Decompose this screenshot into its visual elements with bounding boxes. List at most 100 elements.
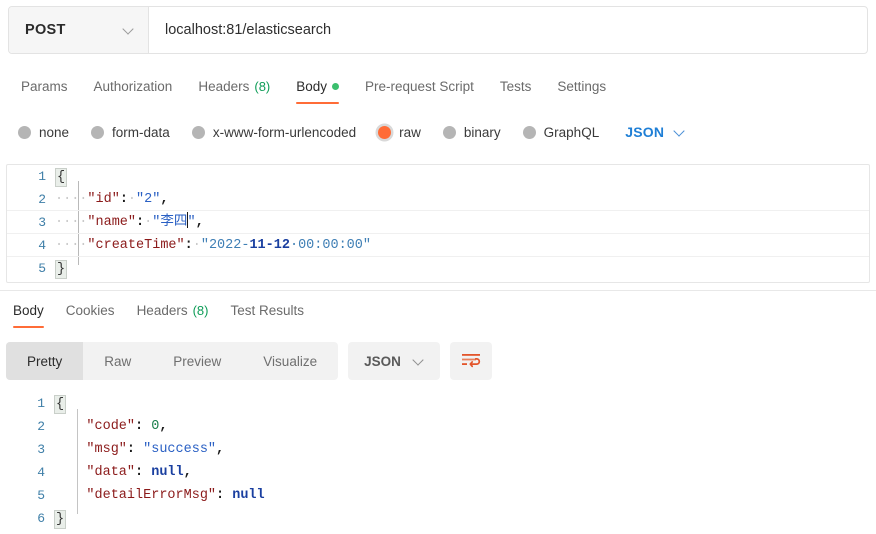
response-view-segmented-control: Pretty Raw Preview Visualize bbox=[6, 342, 339, 380]
response-tab-test-results[interactable]: Test Results bbox=[219, 294, 315, 326]
response-view-preview[interactable]: Preview bbox=[152, 342, 242, 380]
code-line: 5 "detailErrorMsg": null bbox=[6, 484, 870, 507]
body-type-form-data-label: form-data bbox=[112, 124, 170, 140]
json-key: "id" bbox=[87, 191, 120, 207]
json-comma: , bbox=[183, 465, 192, 480]
response-tab-headers-count: (8) bbox=[192, 302, 209, 318]
chevron-down-icon bbox=[674, 127, 685, 138]
json-null-value: null bbox=[151, 465, 184, 480]
body-type-raw[interactable]: raw bbox=[368, 125, 433, 140]
tab-authorization[interactable]: Authorization bbox=[81, 70, 186, 102]
response-tab-headers-label: Headers bbox=[136, 302, 188, 318]
body-type-raw-label: raw bbox=[399, 124, 421, 140]
request-body-format-label: JSON bbox=[625, 124, 665, 140]
chevron-down-icon bbox=[123, 25, 134, 36]
response-format-dropdown[interactable]: JSON bbox=[348, 342, 440, 380]
whitespace-dot: · bbox=[192, 237, 201, 253]
tab-pre-request-script[interactable]: Pre-request Script bbox=[352, 70, 487, 102]
radio-urlencoded-icon bbox=[191, 125, 205, 139]
json-key: "msg" bbox=[54, 442, 127, 457]
json-colon: : bbox=[184, 237, 193, 253]
fold-marker-close[interactable]: } bbox=[55, 260, 68, 279]
line-number: 1 bbox=[37, 396, 45, 411]
json-string-value: "李四 bbox=[152, 214, 188, 230]
json-string-value: "success" bbox=[143, 442, 217, 457]
json-colon: : bbox=[216, 488, 233, 503]
tab-headers-label: Headers bbox=[198, 78, 250, 94]
http-method-dropdown[interactable]: POST bbox=[9, 7, 149, 53]
code-line: 1 { bbox=[7, 165, 869, 188]
tab-tests[interactable]: Tests bbox=[487, 70, 545, 102]
response-view-pretty[interactable]: Pretty bbox=[6, 342, 84, 380]
response-view-preview-label: Preview bbox=[173, 353, 222, 369]
line-number: 3 bbox=[38, 214, 46, 230]
response-view-pretty-label: Pretty bbox=[27, 353, 63, 369]
json-string-value: "2" bbox=[136, 191, 161, 207]
body-type-form-data[interactable]: form-data bbox=[81, 125, 182, 140]
tab-settings-label: Settings bbox=[557, 78, 607, 94]
line-number: 6 bbox=[37, 511, 45, 526]
chevron-down-icon bbox=[413, 356, 424, 367]
response-tab-headers[interactable]: Headers (8) bbox=[126, 294, 220, 326]
response-view-raw[interactable]: Raw bbox=[83, 342, 152, 380]
request-body-format-dropdown[interactable]: JSON bbox=[625, 124, 685, 140]
response-tab-bar: Body Cookies Headers (8) Test Results bbox=[0, 294, 876, 328]
body-type-binary[interactable]: binary bbox=[433, 125, 513, 140]
line-number: 2 bbox=[38, 191, 46, 207]
code-line: 2 ····"id":·"2", bbox=[7, 188, 869, 211]
body-type-none-label: none bbox=[39, 124, 70, 140]
json-key: "data" bbox=[54, 465, 136, 480]
body-type-none[interactable]: none bbox=[8, 125, 81, 140]
tab-authorization-label: Authorization bbox=[93, 78, 173, 94]
json-key: "code" bbox=[54, 419, 136, 434]
whitespace-dots: ···· bbox=[55, 191, 88, 207]
whitespace-dot: · bbox=[127, 191, 137, 207]
fold-marker-open[interactable]: { bbox=[54, 395, 67, 414]
code-line: 6 } bbox=[6, 507, 870, 530]
line-number: 5 bbox=[37, 488, 45, 503]
line-number: 3 bbox=[37, 442, 45, 457]
request-url-bar: POST localhost:81/elasticsearch bbox=[8, 6, 868, 54]
json-string-value-bold: 11-12 bbox=[249, 237, 290, 253]
response-tab-test-results-label: Test Results bbox=[230, 302, 305, 318]
tab-headers-count: (8) bbox=[254, 78, 271, 94]
json-colon: : bbox=[135, 419, 152, 434]
json-key: "detailErrorMsg" bbox=[54, 488, 217, 503]
line-number: 4 bbox=[38, 237, 46, 253]
response-view-visualize[interactable]: Visualize bbox=[242, 342, 338, 380]
tab-params-label: Params bbox=[21, 78, 68, 94]
request-url-input[interactable]: localhost:81/elasticsearch bbox=[149, 7, 867, 53]
response-section-divider bbox=[0, 290, 876, 291]
code-line: 1 { bbox=[6, 392, 870, 415]
json-colon: : bbox=[119, 191, 128, 207]
code-line: 4 "data": null, bbox=[6, 461, 870, 484]
tab-settings[interactable]: Settings bbox=[544, 70, 619, 102]
json-comma: , bbox=[160, 191, 169, 207]
radio-raw-icon bbox=[378, 125, 392, 139]
json-comma: , bbox=[159, 419, 168, 434]
code-line: 2 "code": 0, bbox=[6, 415, 870, 438]
body-type-graphql[interactable]: GraphQL bbox=[513, 125, 612, 140]
json-comma: , bbox=[195, 214, 204, 230]
tab-body-label: Body bbox=[296, 78, 328, 94]
body-type-urlencoded[interactable]: x-www-form-urlencoded bbox=[182, 125, 368, 140]
tab-body[interactable]: Body bbox=[283, 70, 352, 104]
response-tab-body[interactable]: Body bbox=[2, 294, 55, 328]
response-tab-cookies[interactable]: Cookies bbox=[55, 294, 126, 326]
response-format-label: JSON bbox=[364, 353, 401, 369]
json-key: "createTime" bbox=[87, 237, 185, 253]
line-number: 2 bbox=[37, 419, 45, 434]
fold-marker-close[interactable]: } bbox=[54, 510, 67, 529]
word-wrap-button[interactable] bbox=[449, 342, 492, 380]
request-body-editor[interactable]: 1 { 2 ····"id":·"2", 3 ····"name":·"李四",… bbox=[6, 164, 870, 283]
response-body-editor[interactable]: 1 { 2 "code": 0, 3 "msg": "success", 4 "… bbox=[6, 392, 870, 534]
fold-marker-open[interactable]: { bbox=[55, 168, 68, 187]
response-tab-cookies-label: Cookies bbox=[65, 302, 115, 318]
tab-params[interactable]: Params bbox=[8, 70, 81, 102]
active-tab-indicator bbox=[296, 102, 340, 104]
body-modified-dot-icon bbox=[332, 82, 340, 90]
code-line: 3 "msg": "success", bbox=[6, 438, 870, 461]
json-colon: : bbox=[126, 442, 144, 457]
tab-headers[interactable]: Headers (8) bbox=[185, 70, 283, 102]
json-colon: : bbox=[136, 214, 145, 230]
